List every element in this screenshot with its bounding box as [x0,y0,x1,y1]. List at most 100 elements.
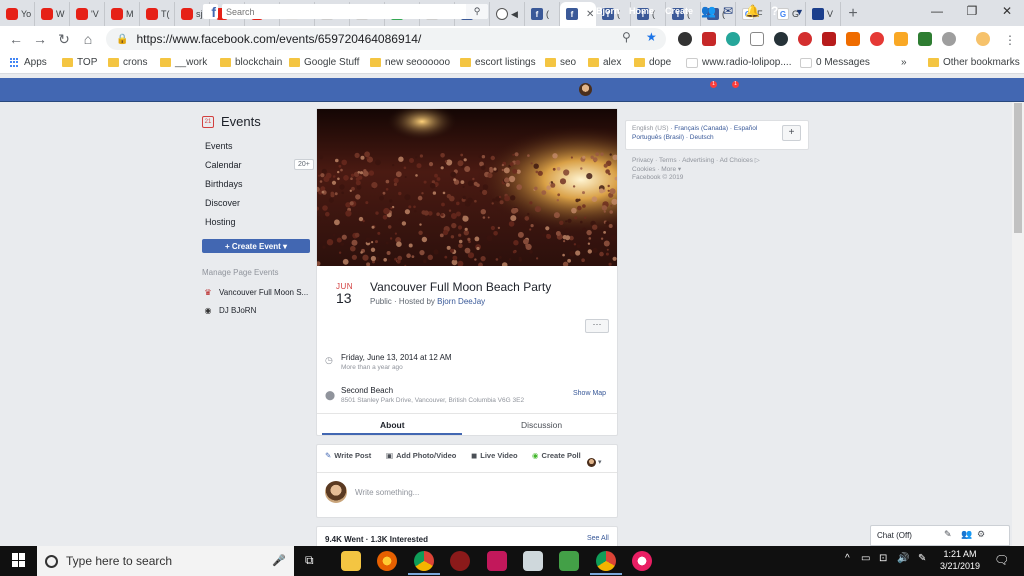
browser-tab[interactable]: ◀ [490,2,525,26]
composer-input[interactable]: Write something... [355,488,419,497]
new-tab-button[interactable]: + [841,2,865,26]
browser-tab[interactable]: V [806,2,841,26]
messenger-icon[interactable]: ✉ [723,4,733,18]
event-host-link[interactable]: Bjorn DeeJay [437,297,485,306]
taskbar-search-box[interactable]: Type here to search [37,546,294,576]
close-tab-icon[interactable]: ✕ [586,9,594,20]
sidebar-item-events[interactable]: Events [205,141,233,151]
page-item-dj-bjorn[interactable]: ◉ DJ BJoRN [203,305,257,315]
taskbar-app-icon[interactable] [487,551,507,571]
bookmark-star-icon[interactable]: ★ [646,30,657,44]
bookmark-item[interactable]: alex [588,57,621,68]
extension-icon[interactable] [918,32,932,46]
help-icon[interactable]: ? [771,4,778,18]
sidebar-item-calendar[interactable]: Calendar [205,160,242,170]
battery-icon[interactable]: ▭ [861,553,870,564]
bookmark-item[interactable]: escort listings [460,57,536,68]
profile-avatar-icon[interactable] [976,32,990,46]
chrome-menu-icon[interactable]: ⋮ [1004,33,1016,47]
browser-tab[interactable]: f( [525,2,560,26]
notifications-bell-icon[interactable]: 🔔 [745,4,760,18]
bookmark-item[interactable]: __work [160,57,207,68]
see-all-link[interactable]: See All [587,535,609,542]
forward-arrow-icon[interactable]: → [28,27,52,51]
sidebar-item-hosting[interactable]: Hosting [205,217,236,227]
language-links[interactable]: Português (Brasil) · Deutsch [632,134,714,141]
home-link[interactable]: Home [629,6,654,16]
extension-icon[interactable] [774,32,788,46]
browser-tab[interactable]: Yo [0,2,35,26]
scrollbar-thumb[interactable] [1014,103,1022,233]
friend-requests-icon[interactable]: 👥 [701,4,716,18]
extension-icon[interactable] [702,32,716,46]
rss-icon[interactable] [846,32,860,46]
create-event-button[interactable]: + Create Event ▾ [202,239,310,253]
chat-settings-gear-icon[interactable]: ⚙ [977,529,985,540]
live-video-button[interactable]: ◼ Live Video [471,451,518,460]
maximize-icon[interactable]: ❐ [955,0,989,22]
extension-icon[interactable] [678,32,692,46]
create-poll-button[interactable]: ◉ Create Poll [532,451,581,460]
profile-link[interactable]: Bjorn [596,6,620,16]
chat-status[interactable]: Chat (Off) [877,531,912,540]
browser-tab[interactable]: M [105,2,140,26]
bookmark-item[interactable]: 0 Messages [800,57,870,68]
event-location-name[interactable]: Second Beach [341,386,393,395]
windows-start-icon[interactable] [12,553,26,567]
chrome-icon[interactable] [408,551,440,575]
system-clock[interactable]: 1:21 AM 3/21/2019 [938,548,982,572]
bookmark-apps[interactable]: Apps [10,57,47,68]
network-icon[interactable]: ⊡ [879,553,887,564]
bookmark-item[interactable]: blockchain [220,57,282,68]
taskbar-app-icon[interactable] [559,551,579,571]
tab-about[interactable]: About [380,420,405,430]
bookmark-item[interactable]: seo [545,57,576,68]
taskbar-app-icon[interactable] [523,551,543,571]
extension-icon[interactable] [822,32,836,46]
bookmark-item[interactable]: Google Stuff [289,57,359,68]
zoom-search-icon[interactable]: ⚲ [622,30,631,44]
footer-links[interactable]: Cookies · More ▾ [632,165,681,173]
extension-icon[interactable] [750,32,764,46]
tab-discussion[interactable]: Discussion [521,420,562,430]
close-window-icon[interactable]: ✕ [990,0,1024,22]
task-view-icon[interactable]: ⧉ [305,553,314,568]
show-map-link[interactable]: Show Map [573,390,606,397]
reload-icon[interactable]: ↻ [52,27,76,51]
new-message-icon[interactable]: ✎ [944,529,952,540]
write-post-button[interactable]: ✎ Write Post [325,451,371,460]
language-links[interactable]: · Français (Canada) · Español [668,125,757,132]
file-explorer-icon[interactable] [341,551,361,571]
more-languages-button[interactable]: + [782,125,801,141]
bookmark-overflow[interactable]: » [901,57,907,68]
footer-links[interactable]: Privacy · Terms · Advertising · Ad Choic… [632,156,760,164]
event-cover-photo[interactable] [317,109,617,266]
event-more-options-button[interactable]: ··· [585,319,609,333]
sidebar-item-discover[interactable]: Discover [205,198,240,208]
volume-icon[interactable]: 🔊 [897,553,909,564]
sidebar-item-birthdays[interactable]: Birthdays [205,179,243,189]
bookmark-item[interactable]: dope [634,57,671,68]
page-item-vancouver-full-moon[interactable]: ♛ Vancouver Full Moon S... [203,287,308,297]
bookmark-item[interactable]: crons [108,57,147,68]
extension-icon[interactable] [798,32,812,46]
itunes-icon[interactable] [632,551,652,571]
add-photo-video-button[interactable]: ▣ Add Photo/Video [386,451,456,460]
bookmark-item[interactable]: www.radio-lolipop.... [686,57,791,68]
facebook-logo-icon[interactable]: f [203,4,218,20]
bookmark-item[interactable]: Other bookmarks [928,57,1020,68]
browser-tab[interactable]: T( [140,2,175,26]
extension-icon[interactable] [726,32,740,46]
address-bar[interactable]: 🔒 https://www.facebook.com/events/659720… [106,28,666,50]
post-as-avatar[interactable] [587,458,596,467]
bookmark-item[interactable]: new seoooooo [370,57,450,68]
home-icon[interactable]: ⌂ [76,27,100,51]
action-center-icon[interactable]: 🗨 [994,553,1009,567]
facebook-search-input[interactable] [222,4,488,19]
chrome-icon[interactable] [590,551,622,575]
taskbar-app-icon[interactable] [450,551,470,571]
firefox-icon[interactable] [377,551,397,571]
extension-icon[interactable] [942,32,956,46]
group-chat-icon[interactable]: 👥 [961,529,972,540]
search-icon[interactable]: ⚲ [466,4,488,19]
